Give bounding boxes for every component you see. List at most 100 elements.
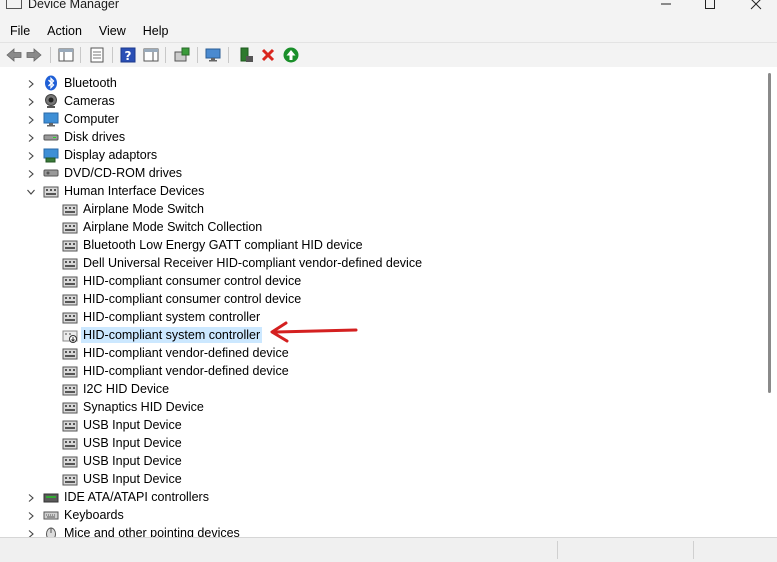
chevron-down-icon[interactable] bbox=[26, 186, 36, 196]
toolbar-separator bbox=[112, 47, 113, 63]
tree-item-label[interactable]: I2C HID Device bbox=[81, 381, 171, 397]
tree-device-row[interactable]: HID-compliant consumer control device bbox=[0, 272, 760, 290]
tree-item-label[interactable]: USB Input Device bbox=[81, 417, 184, 433]
tree-device-row[interactable]: USB Input Device bbox=[0, 416, 760, 434]
tree-item-label[interactable]: Mice and other pointing devices bbox=[62, 525, 242, 537]
menu-help[interactable]: Help bbox=[133, 20, 176, 42]
device-manager-app-icon bbox=[6, 0, 22, 9]
add-legacy-hardware-button[interactable] bbox=[237, 46, 255, 64]
tree-item-label[interactable]: USB Input Device bbox=[81, 435, 184, 451]
show-hide-console-tree-button[interactable] bbox=[57, 46, 75, 64]
tree-device-row[interactable]: HID-compliant vendor-defined device bbox=[0, 362, 760, 380]
scan-hardware-button[interactable] bbox=[204, 46, 222, 64]
tree-device-row[interactable]: USB Input Device bbox=[0, 434, 760, 452]
tree-item-label[interactable]: IDE ATA/ATAPI controllers bbox=[62, 489, 211, 505]
tree-item-label[interactable]: HID-compliant consumer control device bbox=[81, 273, 303, 289]
device-tree[interactable]: Bluetooth Cameras Computer Disk drives Displ… bbox=[0, 67, 764, 537]
vertical-scrollbar[interactable] bbox=[764, 67, 777, 537]
tree-item-label[interactable]: HID-compliant system controller bbox=[81, 309, 262, 325]
tree-item-label[interactable]: Bluetooth bbox=[62, 75, 119, 91]
tree-category-row[interactable]: Bluetooth bbox=[0, 74, 760, 92]
tree-item-label[interactable]: Dell Universal Receiver HID-compliant ve… bbox=[81, 255, 424, 271]
maximize-button[interactable] bbox=[687, 0, 733, 14]
hid-icon bbox=[62, 435, 78, 451]
chevron-right-icon[interactable] bbox=[26, 132, 36, 142]
close-button[interactable] bbox=[733, 0, 777, 14]
tree-category-row[interactable]: Computer bbox=[0, 110, 760, 128]
menu-file[interactable]: File bbox=[0, 20, 37, 42]
title-bar: Device Manager bbox=[0, 0, 777, 20]
hid-icon bbox=[62, 417, 78, 433]
tree-device-row[interactable]: HID-compliant vendor-defined device bbox=[0, 344, 760, 362]
tree-category-row[interactable]: Cameras bbox=[0, 92, 760, 110]
tree-category-row[interactable]: Disk drives bbox=[0, 128, 760, 146]
update-driver-icon bbox=[174, 47, 190, 62]
tree-device-row[interactable]: USB Input Device bbox=[0, 452, 760, 470]
scrollbar-thumb[interactable] bbox=[768, 73, 771, 393]
tree-device-row[interactable]: Airplane Mode Switch bbox=[0, 200, 760, 218]
tree-item-label[interactable]: Computer bbox=[62, 111, 121, 127]
chevron-right-icon[interactable] bbox=[26, 492, 36, 502]
tree-item-label[interactable]: HID-compliant vendor-defined device bbox=[81, 363, 291, 379]
tree-device-row[interactable]: HID-compliant consumer control device bbox=[0, 290, 760, 308]
tree-item-label[interactable]: USB Input Device bbox=[81, 453, 184, 469]
status-bar bbox=[0, 537, 777, 562]
tree-device-row[interactable]: Dell Universal Receiver HID-compliant ve… bbox=[0, 254, 760, 272]
tree-item-label[interactable]: Airplane Mode Switch Collection bbox=[81, 219, 264, 235]
chevron-right-icon[interactable] bbox=[26, 114, 36, 124]
properties-button[interactable] bbox=[88, 46, 106, 64]
chevron-right-icon[interactable] bbox=[26, 510, 36, 520]
toolbar: ? bbox=[0, 42, 777, 68]
update-driver-button[interactable] bbox=[173, 46, 191, 64]
tree-category-row[interactable]: Keyboards bbox=[0, 506, 760, 524]
tree-device-row[interactable]: USB Input Device bbox=[0, 470, 760, 488]
tree-item-label[interactable]: HID-compliant system controller bbox=[81, 327, 263, 343]
tree-device-row[interactable]: Airplane Mode Switch Collection bbox=[0, 218, 760, 236]
tree-item-label[interactable]: Keyboards bbox=[62, 507, 126, 523]
tree-category-row[interactable]: Display adaptors bbox=[0, 146, 760, 164]
forward-button[interactable] bbox=[25, 46, 43, 64]
chevron-right-icon[interactable] bbox=[26, 528, 36, 537]
action-pane-button[interactable] bbox=[142, 46, 160, 64]
computer-icon bbox=[43, 111, 59, 127]
tree-category-row[interactable]: IDE ATA/ATAPI controllers bbox=[0, 488, 760, 506]
tree-item-label[interactable]: HID-compliant vendor-defined device bbox=[81, 345, 291, 361]
menu-view[interactable]: View bbox=[89, 20, 133, 42]
tree-item-label[interactable]: Airplane Mode Switch bbox=[81, 201, 206, 217]
tree-device-row[interactable]: HID-compliant system controller bbox=[0, 326, 760, 344]
tree-device-row[interactable]: HID-compliant system controller bbox=[0, 308, 760, 326]
chevron-right-icon[interactable] bbox=[26, 78, 36, 88]
tree-item-label[interactable]: Synaptics HID Device bbox=[81, 399, 206, 415]
monitor-icon bbox=[205, 48, 221, 62]
tree-item-label[interactable]: DVD/CD-ROM drives bbox=[62, 165, 184, 181]
tree-category-row[interactable]: Human Interface Devices bbox=[0, 182, 760, 200]
tree-item-label[interactable]: Bluetooth Low Energy GATT compliant HID … bbox=[81, 237, 365, 253]
tree-item-label[interactable]: Display adaptors bbox=[62, 147, 159, 163]
uninstall-device-button[interactable] bbox=[259, 46, 277, 64]
tree-device-row[interactable]: Bluetooth Low Energy GATT compliant HID … bbox=[0, 236, 760, 254]
back-button[interactable] bbox=[5, 46, 23, 64]
tree-item-label[interactable]: Human Interface Devices bbox=[62, 183, 206, 199]
chevron-right-icon[interactable] bbox=[26, 96, 36, 106]
hid-icon bbox=[62, 345, 78, 361]
menu-action[interactable]: Action bbox=[37, 20, 89, 42]
help-button[interactable]: ? bbox=[119, 46, 137, 64]
toolbar-separator bbox=[80, 47, 81, 63]
tree-item-label[interactable]: USB Input Device bbox=[81, 471, 184, 487]
tree-category-row[interactable]: DVD/CD-ROM drives bbox=[0, 164, 760, 182]
chevron-right-icon[interactable] bbox=[26, 150, 36, 160]
tree-category-row[interactable]: Mice and other pointing devices bbox=[0, 524, 760, 537]
camera-icon bbox=[43, 93, 59, 109]
minimize-button[interactable] bbox=[643, 0, 689, 14]
tree-item-label[interactable]: HID-compliant consumer control device bbox=[81, 291, 303, 307]
tree-device-row[interactable]: I2C HID Device bbox=[0, 380, 760, 398]
hid-icon bbox=[62, 255, 78, 271]
hid-icon bbox=[62, 453, 78, 469]
tree-device-row[interactable]: Synaptics HID Device bbox=[0, 398, 760, 416]
enable-device-button[interactable] bbox=[282, 46, 300, 64]
tree-item-label[interactable]: Disk drives bbox=[62, 129, 127, 145]
hid-icon bbox=[62, 471, 78, 487]
tree-item-label[interactable]: Cameras bbox=[62, 93, 117, 109]
chevron-right-icon[interactable] bbox=[26, 168, 36, 178]
action-pane-icon bbox=[143, 48, 159, 62]
